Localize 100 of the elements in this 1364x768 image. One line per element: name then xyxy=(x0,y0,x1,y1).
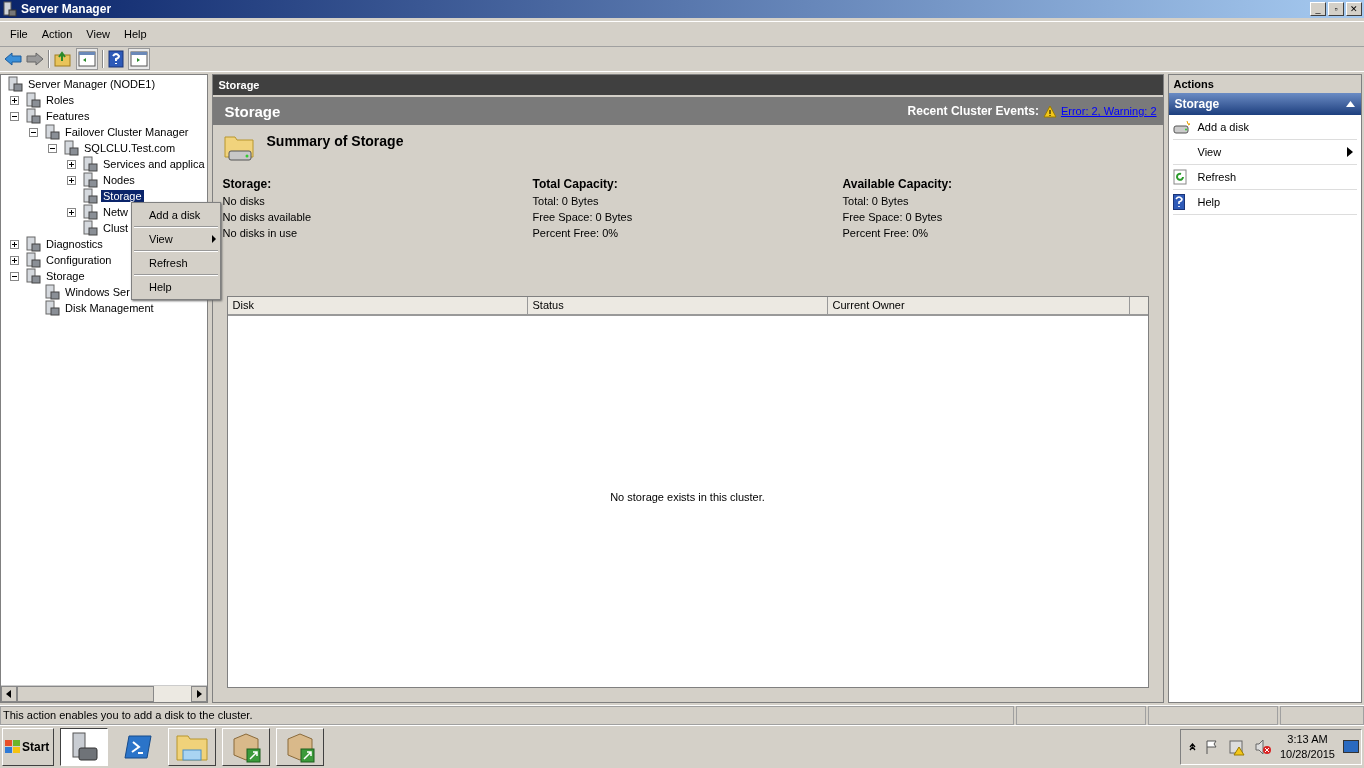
tree-item[interactable]: Diagnostics xyxy=(44,238,105,250)
flag-icon[interactable] xyxy=(1203,739,1220,755)
tree-item[interactable]: Services and applica xyxy=(101,158,207,170)
restore-button[interactable]: ▫ xyxy=(1328,2,1344,16)
expand-icon[interactable] xyxy=(10,239,19,249)
menu-item[interactable]: Action xyxy=(35,26,79,42)
show-hidden-icons-button[interactable] xyxy=(1188,743,1196,751)
tree-item[interactable]: Nodes xyxy=(101,174,137,186)
collapse-icon[interactable] xyxy=(10,271,19,281)
node-icon xyxy=(7,76,23,92)
summary-text: Percent Free: 0% xyxy=(532,226,620,241)
context-menu-item[interactable]: Refresh xyxy=(149,257,188,269)
node-icon xyxy=(25,92,41,108)
node-icon xyxy=(44,124,60,140)
box-shortcut-icon xyxy=(230,731,262,763)
collapse-icon[interactable] xyxy=(48,143,57,153)
summary-text: Total: 0 Bytes xyxy=(532,194,600,209)
task-link[interactable]: Refresh xyxy=(1197,171,1237,183)
pane-icon[interactable] xyxy=(128,48,150,70)
actions-header: Actions xyxy=(1168,75,1361,93)
tree-item[interactable]: Configuration xyxy=(44,254,114,266)
context-menu-item[interactable]: Add a disk xyxy=(149,209,201,221)
node-icon xyxy=(82,220,98,236)
pane-icon[interactable] xyxy=(76,48,98,70)
menu-item[interactable]: View xyxy=(80,26,116,42)
actions-section-header[interactable]: Storage xyxy=(1174,97,1220,111)
context-menu-item[interactable]: Help xyxy=(149,281,172,293)
summary-text: Total: 0 Bytes xyxy=(842,194,910,209)
minimize-button[interactable]: _ xyxy=(1310,2,1326,16)
node-icon xyxy=(82,156,98,172)
menu-item[interactable]: File xyxy=(4,26,34,42)
forward-arrow-icon[interactable] xyxy=(26,51,44,67)
show-desktop-icon[interactable] xyxy=(1343,740,1359,754)
status-text: This action enables you to add a disk to the cluster. xyxy=(0,706,1014,725)
summary-text: Percent Free: 0% xyxy=(842,226,930,241)
disk-icon xyxy=(1172,120,1191,134)
tree-item[interactable]: Clust xyxy=(101,222,131,234)
tree-item[interactable]: Server Manager (NODE1) xyxy=(26,78,158,90)
folder-up-icon[interactable] xyxy=(54,51,72,67)
node-icon xyxy=(44,284,60,300)
node-icon xyxy=(44,300,60,316)
node-icon xyxy=(63,140,79,156)
column-header[interactable]: Current Owner xyxy=(827,297,1130,314)
tree-item[interactable]: Windows Ser xyxy=(63,286,132,298)
summary-text: Free Space: 0 Bytes xyxy=(842,210,944,225)
expand-icon[interactable] xyxy=(67,159,76,169)
tree-item[interactable]: Failover Cluster Manager xyxy=(63,126,191,138)
tree-item[interactable]: Storage xyxy=(101,190,144,202)
back-arrow-icon[interactable] xyxy=(4,51,22,67)
node-icon xyxy=(25,108,41,124)
menu-item[interactable]: Help xyxy=(117,26,153,42)
window-title: Server Manager xyxy=(21,2,112,16)
empty-message: No storage exists in this cluster. xyxy=(610,490,765,503)
collapse-icon[interactable] xyxy=(10,111,19,121)
node-icon xyxy=(25,268,41,284)
folder-icon xyxy=(175,732,209,762)
summary-heading: Total Capacity: xyxy=(532,177,619,191)
clock[interactable]: 3:13 AM 10/28/2015 xyxy=(1279,732,1335,762)
network-warning-icon[interactable] xyxy=(1227,738,1246,756)
task-link[interactable]: Add a disk xyxy=(1197,121,1249,133)
summary-heading: Available Capacity: xyxy=(842,177,954,191)
column-header[interactable]: Status xyxy=(527,297,828,314)
tree-item[interactable]: Disk Management xyxy=(63,302,156,314)
section-title: Storage xyxy=(224,102,281,120)
refresh-icon xyxy=(1172,169,1187,185)
help-icon xyxy=(1172,194,1185,210)
tree-item[interactable]: Features xyxy=(44,110,92,122)
column-header[interactable]: Disk xyxy=(227,297,528,314)
help-icon[interactable] xyxy=(108,50,124,68)
context-menu-item[interactable]: View xyxy=(149,233,173,245)
summary-text: No disks available xyxy=(222,210,313,225)
summary-title: Summary of Storage xyxy=(266,133,404,149)
tree-item[interactable]: SQLCLU.Test.com xyxy=(82,142,178,154)
scroll-left-icon[interactable] xyxy=(1,686,17,702)
start-button[interactable]: Start xyxy=(2,728,54,766)
expand-icon[interactable] xyxy=(10,95,19,105)
expand-icon[interactable] xyxy=(67,207,76,217)
node-icon xyxy=(82,204,98,220)
tree-item[interactable]: Netw xyxy=(101,206,131,218)
box-shortcut-icon xyxy=(284,731,316,763)
windows-flag-icon xyxy=(5,740,21,754)
node-icon xyxy=(25,236,41,252)
expand-icon[interactable] xyxy=(10,255,19,265)
collapse-arrow-icon[interactable] xyxy=(1346,101,1355,107)
tree-item[interactable]: Storage xyxy=(44,270,87,282)
collapse-icon[interactable] xyxy=(29,127,38,137)
tree-item[interactable]: Roles xyxy=(44,94,77,106)
taskbar-button[interactable] xyxy=(60,728,108,766)
task-link[interactable]: Help xyxy=(1197,196,1221,208)
summary-text: No disks xyxy=(222,194,266,209)
close-button[interactable]: ✕ xyxy=(1346,2,1362,16)
scrollbar-thumb[interactable] xyxy=(17,686,154,702)
expand-icon[interactable] xyxy=(67,175,76,185)
scroll-right-icon[interactable] xyxy=(190,686,207,702)
speaker-muted-icon[interactable] xyxy=(1253,738,1272,756)
horizontal-scrollbar[interactable] xyxy=(1,685,207,702)
task-link[interactable]: View xyxy=(1197,146,1222,158)
node-icon xyxy=(25,252,41,268)
events-label: Recent Cluster Events: xyxy=(907,104,1039,118)
pane-header: Storage xyxy=(212,75,1163,97)
